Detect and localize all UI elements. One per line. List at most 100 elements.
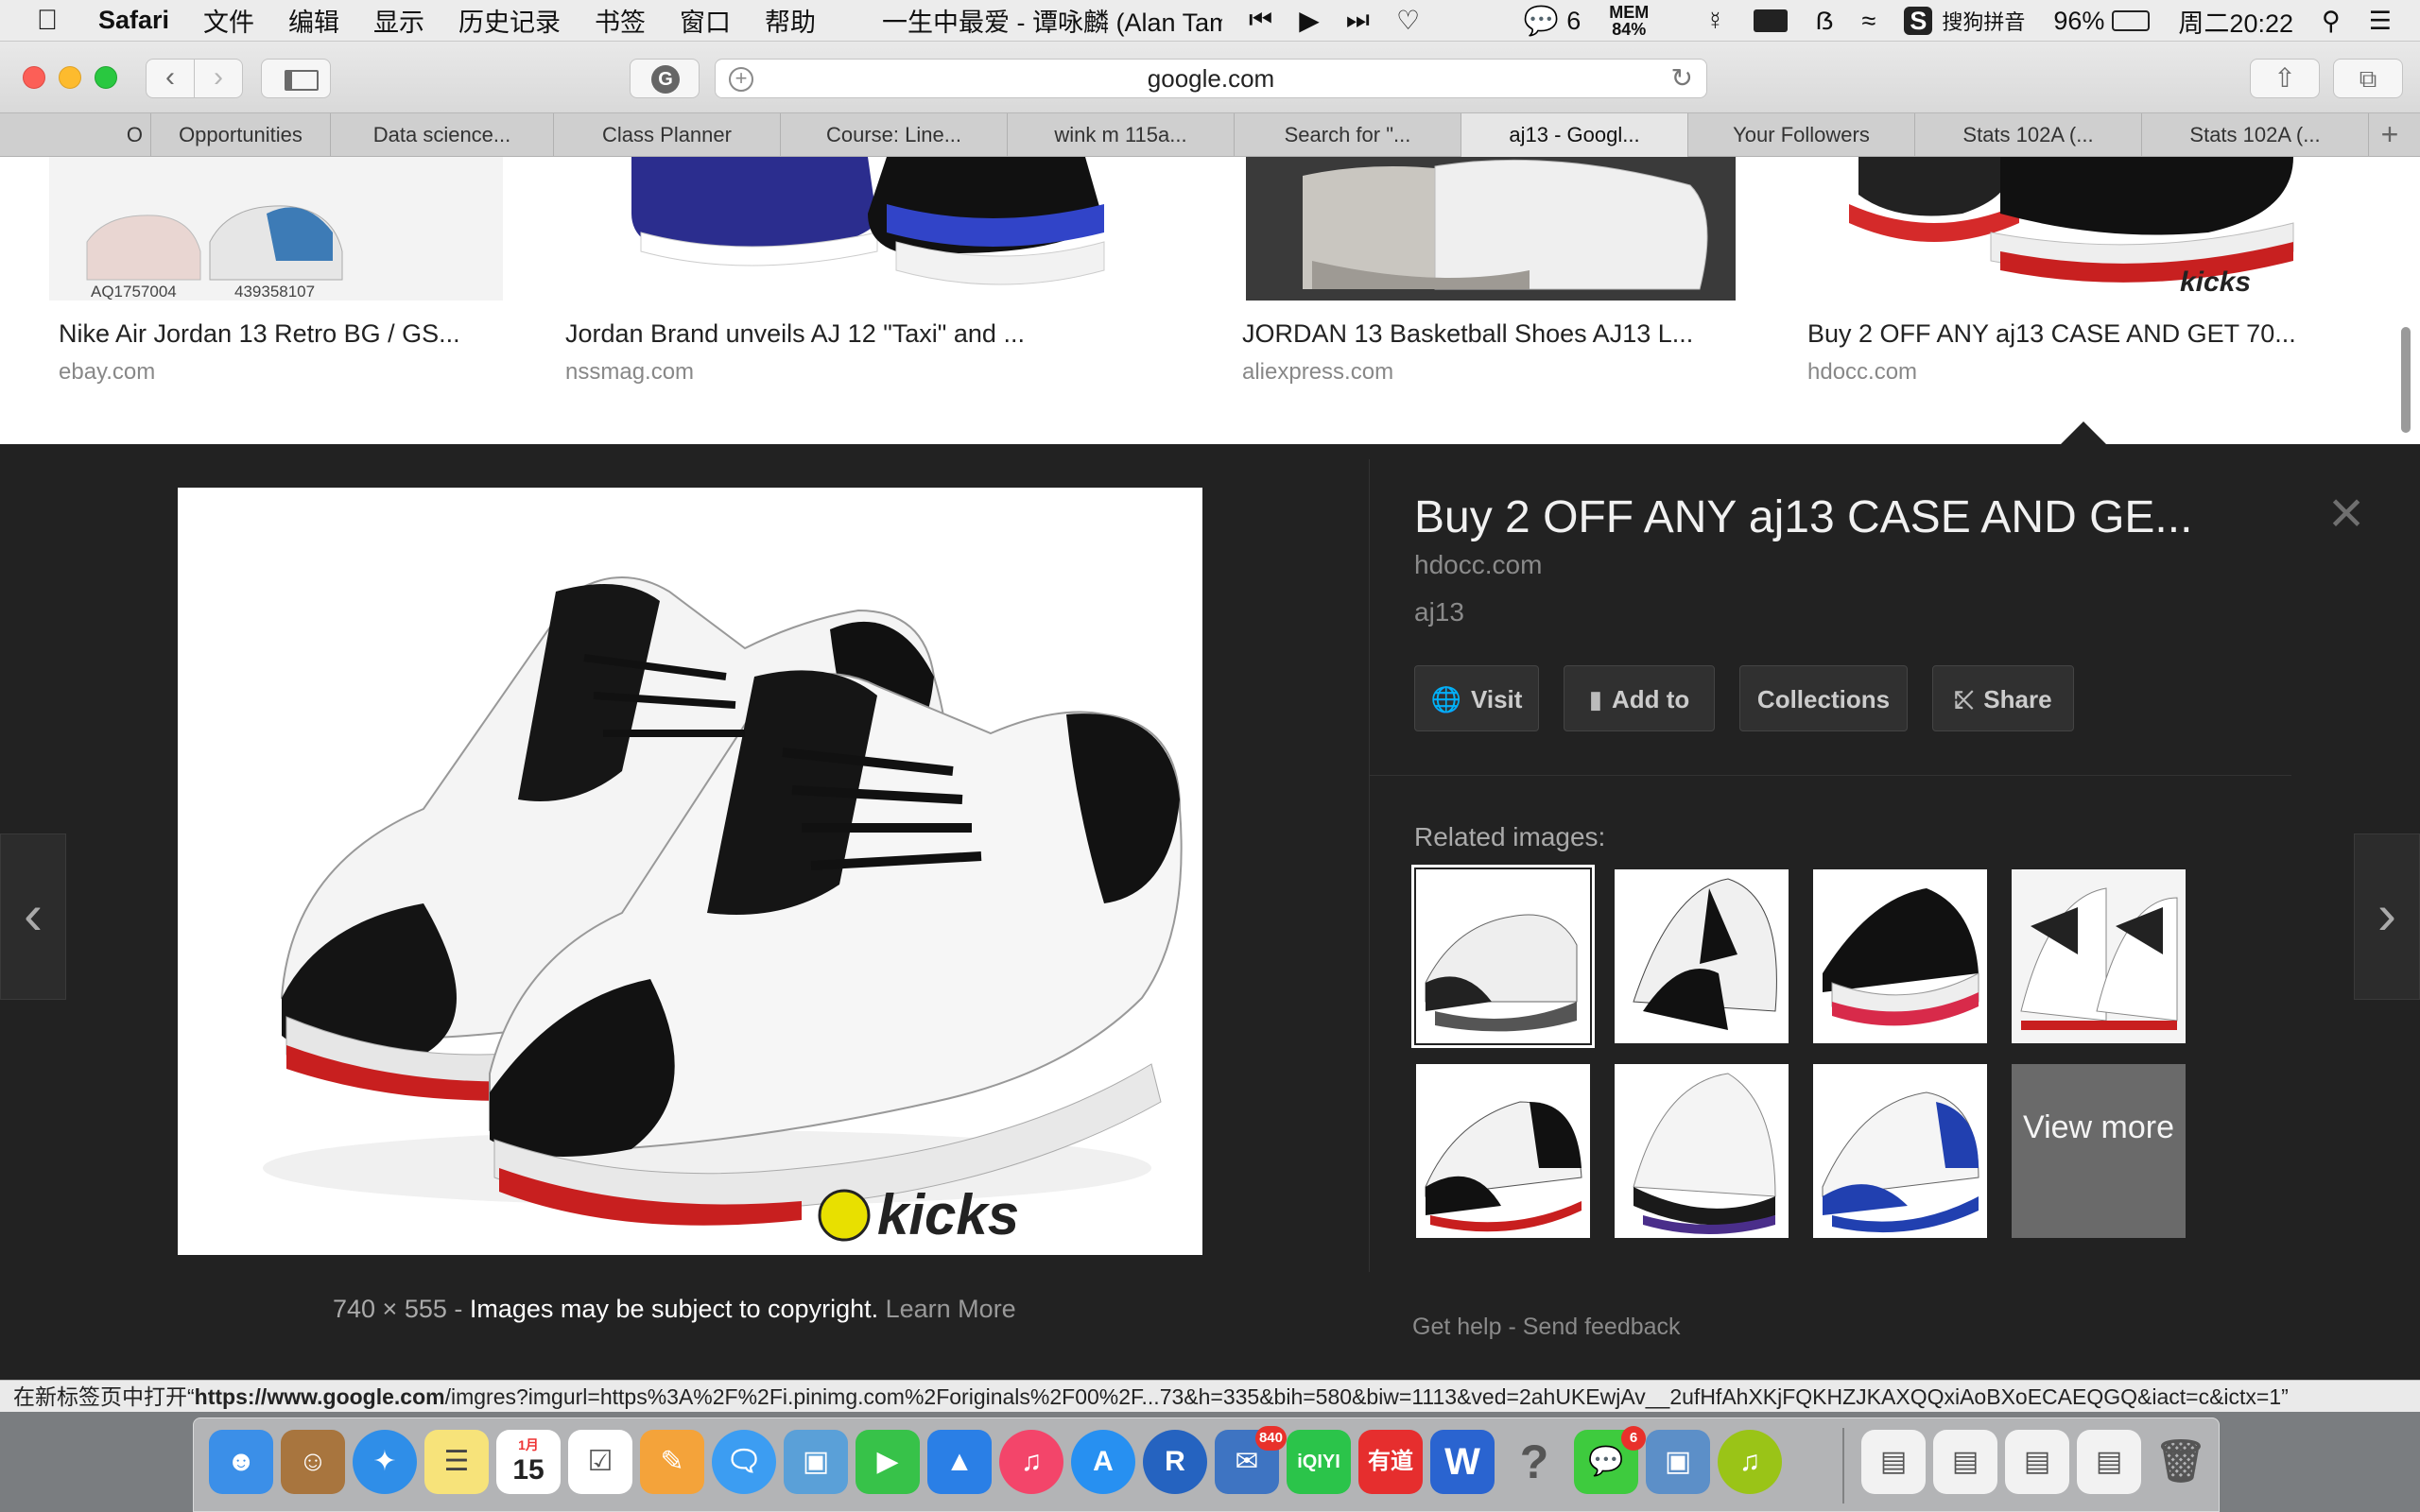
- r-language-icon[interactable]: R: [1143, 1430, 1207, 1494]
- related-image[interactable]: [1813, 1064, 1987, 1238]
- safari-icon[interactable]: ✦: [353, 1430, 417, 1494]
- reminders-icon[interactable]: ☑: [568, 1430, 632, 1494]
- tab-item[interactable]: Stats 102A (...: [2142, 113, 2369, 157]
- image-title[interactable]: Buy 2 OFF ANY aj13 CASE AND GE...: [1414, 491, 2192, 543]
- menu-bookmarks[interactable]: 书签: [595, 2, 646, 39]
- fullscreen-window-button[interactable]: [95, 66, 117, 89]
- collections-button[interactable]: Collections: [1739, 665, 1908, 731]
- memory-indicator[interactable]: MEM 84%: [1609, 4, 1677, 38]
- tab-item[interactable]: wink m 115a...: [1008, 113, 1235, 157]
- sidebar-toggle-button[interactable]: [261, 59, 331, 98]
- preview-icon[interactable]: ▣: [784, 1430, 848, 1494]
- spotlight-search-icon[interactable]: ⚲: [2322, 7, 2341, 36]
- related-image[interactable]: [2012, 869, 2186, 1043]
- play-icon[interactable]: ▶: [1299, 5, 1320, 36]
- image-capture-icon[interactable]: ▣: [1646, 1430, 1710, 1494]
- previous-track-icon[interactable]: ⏮: [1249, 5, 1272, 36]
- related-image[interactable]: [1813, 869, 1987, 1043]
- iqiyi-icon[interactable]: iQIYI: [1287, 1430, 1351, 1494]
- visit-button[interactable]: 🌐 Visit: [1414, 665, 1539, 731]
- document-icon[interactable]: ▤: [2005, 1430, 2069, 1494]
- keynote-icon[interactable]: ▲: [927, 1430, 992, 1494]
- notes-icon[interactable]: ☰: [424, 1430, 489, 1494]
- trash-icon[interactable]: 🗑: [2149, 1430, 2213, 1494]
- related-image[interactable]: [1411, 865, 1595, 1048]
- menu-view[interactable]: 显示: [373, 2, 424, 39]
- document-icon[interactable]: ▤: [1933, 1430, 1997, 1494]
- music-icon[interactable]: ♫: [999, 1430, 1063, 1494]
- qq-music-icon[interactable]: ♫: [1718, 1430, 1782, 1494]
- app-menu[interactable]: Safari: [98, 6, 169, 35]
- facetime-icon[interactable]: ▶: [856, 1430, 920, 1494]
- tab-item[interactable]: Your Followers: [1688, 113, 1915, 157]
- next-track-icon[interactable]: ⏭: [1346, 5, 1370, 36]
- menu-edit[interactable]: 编辑: [288, 2, 339, 39]
- apple-menu-icon[interactable]: : [19, 5, 76, 37]
- grammarly-extension-button[interactable]: G: [630, 59, 700, 98]
- pages-icon[interactable]: ✎: [640, 1430, 704, 1494]
- tab-item[interactable]: Course: Line...: [781, 113, 1008, 157]
- tab-item[interactable]: Opportunities: [151, 113, 331, 157]
- close-window-button[interactable]: [23, 66, 45, 89]
- result-title[interactable]: JORDAN 13 Basketball Shoes AJ13 L...: [1242, 319, 1693, 349]
- result-thumbnail[interactable]: AQ1757004 439358107: [49, 157, 503, 301]
- tab-item-active[interactable]: aj13 - Googl...: [1461, 113, 1688, 157]
- notification-center-icon[interactable]: ☰: [2369, 7, 2392, 36]
- now-playing-title[interactable]: 一生中最爱 - 谭咏麟 (Alan Tam): [882, 2, 1222, 39]
- new-tab-button[interactable]: +: [2369, 113, 2411, 156]
- heart-icon[interactable]: ♡: [1396, 5, 1420, 36]
- app-store-icon[interactable]: A: [1071, 1430, 1135, 1494]
- close-preview-icon[interactable]: ×: [2320, 482, 2373, 542]
- related-image[interactable]: [1416, 1064, 1590, 1238]
- previous-image-button[interactable]: ‹: [0, 833, 66, 1000]
- person-icon[interactable]: ☿: [1705, 7, 1724, 36]
- reload-icon[interactable]: ↻: [1671, 60, 1693, 97]
- address-bar[interactable]: + google.com ↻: [715, 59, 1707, 98]
- related-image[interactable]: [1615, 869, 1789, 1043]
- tab-item[interactable]: Class Planner: [554, 113, 781, 157]
- wechat-app-icon[interactable]: 💬 6: [1574, 1426, 1646, 1494]
- cpu-icon[interactable]: [1753, 9, 1788, 32]
- show-all-tabs-button[interactable]: ⧉: [2333, 59, 2403, 98]
- menu-window[interactable]: 窗口: [680, 2, 731, 39]
- bluetooth-icon[interactable]: ẞ: [1816, 7, 1834, 36]
- messages-icon[interactable]: 🗨: [712, 1430, 776, 1494]
- document-icon[interactable]: ▤: [1861, 1430, 1926, 1494]
- get-help-link[interactable]: Get help: [1412, 1314, 1502, 1340]
- finder-icon[interactable]: ☻: [209, 1430, 273, 1494]
- menu-history[interactable]: 历史记录: [458, 2, 561, 39]
- result-thumbnail[interactable]: [556, 157, 1180, 301]
- youdao-icon[interactable]: 有道: [1358, 1430, 1423, 1494]
- sogou-icon[interactable]: S: [1904, 7, 1933, 35]
- result-title[interactable]: Jordan Brand unveils AJ 12 "Taxi" and ..…: [565, 319, 1025, 349]
- battery-icon[interactable]: [2112, 10, 2151, 31]
- send-feedback-link[interactable]: Send feedback: [1523, 1314, 1681, 1340]
- wechat-icon[interactable]: 💬: [1524, 5, 1559, 38]
- next-image-button[interactable]: ›: [2354, 833, 2420, 1000]
- learn-more-link[interactable]: Learn More: [886, 1295, 1016, 1323]
- minimize-window-button[interactable]: [59, 66, 81, 89]
- mail-icon[interactable]: ✉ 840: [1215, 1426, 1287, 1494]
- help-icon[interactable]: ?: [1502, 1430, 1566, 1494]
- menu-file[interactable]: 文件: [203, 2, 254, 39]
- forward-button[interactable]: ›: [194, 59, 243, 98]
- result-title[interactable]: Nike Air Jordan 13 Retro BG / GS...: [59, 319, 460, 349]
- related-image[interactable]: [1615, 1064, 1789, 1238]
- contacts-icon[interactable]: ☺: [281, 1430, 345, 1494]
- add-bookmark-icon[interactable]: +: [729, 67, 753, 92]
- menu-help[interactable]: 帮助: [765, 2, 816, 39]
- result-thumbnail[interactable]: [1246, 157, 1736, 301]
- tab-item[interactable]: Data science...: [331, 113, 554, 157]
- view-more-button[interactable]: View more: [2012, 1064, 2186, 1238]
- word-icon[interactable]: W: [1430, 1430, 1495, 1494]
- tab-item[interactable]: O: [0, 113, 151, 157]
- image-domain[interactable]: hdocc.com: [1414, 550, 1542, 580]
- calendar-icon[interactable]: 1月 15: [496, 1430, 561, 1494]
- add-to-button[interactable]: ▮ Add to: [1564, 665, 1715, 731]
- preview-image[interactable]: kicks: [178, 488, 1202, 1255]
- back-button[interactable]: ‹: [146, 59, 195, 98]
- battery-percent[interactable]: 96%: [2053, 7, 2104, 36]
- tab-item[interactable]: Stats 102A (...: [1915, 113, 2142, 157]
- share-button[interactable]: ⇧: [2250, 59, 2320, 98]
- page-scrollbar[interactable]: [2401, 327, 2411, 433]
